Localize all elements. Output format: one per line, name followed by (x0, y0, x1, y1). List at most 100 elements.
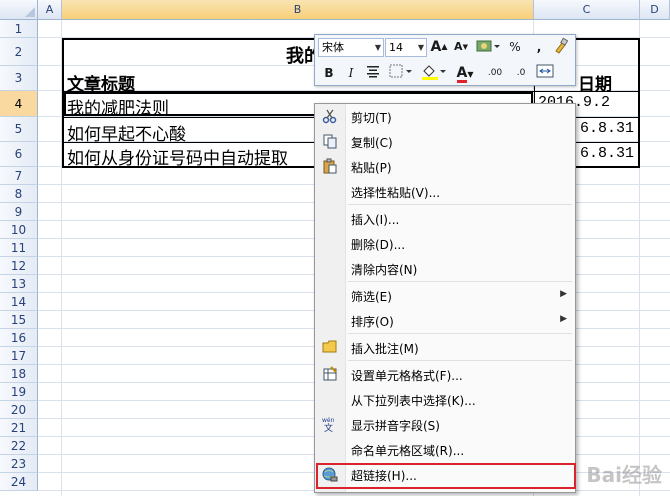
comma-style-button[interactable]: , (529, 37, 549, 57)
phonetic-icon: wén 文 (321, 416, 339, 434)
cell-c5[interactable]: 6.8.31 (580, 120, 634, 137)
row-header-20[interactable]: 20 (0, 401, 38, 419)
cell-b5[interactable]: 如何早起不心酸 (67, 120, 186, 145)
menu-item-label: 排序(O) (351, 315, 394, 329)
menu-item-label: 从下拉列表中选择(K)... (351, 394, 476, 408)
row-header-8[interactable]: 8 (0, 185, 38, 203)
column-header-d[interactable]: D (640, 0, 670, 20)
menu-item-9[interactable]: 排序(O) ▶ (315, 309, 575, 333)
menu-item-4[interactable]: 选择性粘贴(V)... (315, 180, 575, 204)
row-header-24[interactable]: 24 (0, 473, 38, 491)
font-name-combo[interactable]: 宋体 ▼ (318, 38, 384, 57)
font-color-button[interactable]: A▼ (451, 63, 479, 83)
header-article-title: 文章标题 (67, 75, 135, 94)
menu-item-1[interactable]: 剪切(T) (315, 105, 575, 129)
svg-text:文: 文 (324, 422, 333, 432)
format-cells-icon (321, 366, 339, 384)
watermark: Bai经验 (586, 463, 662, 487)
row-header-21[interactable]: 21 (0, 419, 38, 437)
row-header-18[interactable]: 18 (0, 365, 38, 383)
row-header-12[interactable]: 12 (0, 257, 38, 275)
row-header-19[interactable]: 19 (0, 383, 38, 401)
menu-item-label: 删除(D)... (351, 238, 406, 252)
format-painter-button[interactable] (551, 37, 571, 57)
row-header-11[interactable]: 11 (0, 239, 38, 257)
menu-item-13[interactable]: wén 文显示拼音字段(S) (315, 413, 575, 437)
menu-item-3[interactable]: 粘贴(P) (315, 155, 575, 179)
row-header-2[interactable]: 2 (0, 38, 38, 66)
menu-item-12[interactable]: 从下拉列表中选择(K)... (315, 388, 575, 412)
table-border-right (638, 38, 640, 168)
row-header-15[interactable]: 15 (0, 311, 38, 329)
shrink-font-button[interactable]: A▼ (451, 37, 471, 57)
column-header-c[interactable]: C (534, 0, 640, 20)
menu-item-label: 选择性粘贴(V)... (351, 186, 441, 200)
row-header-7[interactable]: 7 (0, 167, 38, 185)
menu-item-7[interactable]: 清除内容(N) (315, 257, 575, 281)
row-header-5[interactable]: 5 (0, 117, 38, 142)
menu-item-label: 剪切(T) (351, 111, 392, 125)
fill-color-icon (422, 65, 446, 80)
column-header-a[interactable]: A (38, 0, 62, 20)
align-center-icon (367, 66, 379, 78)
menu-item-label: 插入批注(M) (351, 342, 419, 356)
menu-item-11[interactable]: 设置单元格格式(F)... (315, 363, 575, 387)
svg-text:wén: wén (322, 417, 335, 424)
row-header-14[interactable]: 14 (0, 293, 38, 311)
row-header-17[interactable]: 17 (0, 347, 38, 365)
submenu-arrow-icon: ▶ (560, 289, 567, 299)
bold-button[interactable]: B (319, 63, 339, 83)
column-header-b[interactable]: B (62, 0, 534, 20)
row-header-4[interactable]: 4 (0, 91, 38, 117)
select-all-corner[interactable] (0, 0, 38, 20)
menu-item-label: 粘贴(P) (351, 161, 392, 175)
scissors-icon (321, 108, 339, 126)
center-align-button[interactable] (363, 63, 383, 83)
cell-c6[interactable]: 6.8.31 (580, 145, 634, 162)
menu-item-label: 命名单元格区域(R)... (351, 444, 465, 458)
borders-button[interactable] (387, 63, 415, 83)
menu-item-label: 插入(I)... (351, 213, 400, 227)
italic-button[interactable]: I (341, 63, 361, 83)
menu-item-8[interactable]: 筛选(E) ▶ (315, 284, 575, 308)
font-size-combo[interactable]: 14 ▼ (385, 38, 427, 57)
menu-item-10[interactable]: 插入批注(M) (315, 336, 575, 360)
menu-separator (348, 333, 572, 334)
menu-item-6[interactable]: 删除(D)... (315, 232, 575, 256)
row-header-23[interactable]: 23 (0, 455, 38, 473)
chevron-down-icon: ▼ (417, 43, 424, 52)
row-header-3[interactable]: 3 (0, 66, 38, 91)
merge-center-button[interactable] (535, 63, 555, 83)
mini-toolbar: 宋体 ▼ 14 ▼ A▲ A▼ % , B I A▼ .00 .0 (314, 34, 576, 86)
copy-icon (321, 133, 339, 151)
hyperlink-highlight-box (316, 463, 576, 489)
accounting-format-icon (476, 40, 500, 52)
row-header-22[interactable]: 22 (0, 437, 38, 455)
cell-b6[interactable]: 如何从身份证号码中自动提取 (67, 144, 317, 169)
font-color-icon: A (456, 65, 468, 83)
row-header-9[interactable]: 9 (0, 203, 38, 221)
percent-style-button[interactable]: % (505, 37, 525, 57)
accounting-format-button[interactable] (473, 37, 501, 57)
comment-icon (321, 339, 339, 357)
cell-b4[interactable]: 我的减肥法则 (67, 94, 169, 119)
menu-item-14[interactable]: 命名单元格区域(R)... (315, 438, 575, 462)
font-name-value: 宋体 (322, 41, 344, 54)
fill-color-button[interactable] (419, 63, 449, 83)
increase-decimal-button[interactable]: .00 (483, 63, 507, 83)
font-size-value: 14 (389, 41, 403, 54)
menu-separator (348, 204, 572, 205)
row-header-1[interactable]: 1 (0, 20, 38, 38)
menu-separator (348, 360, 572, 361)
menu-item-2[interactable]: 复制(C) (315, 130, 575, 154)
row-header-13[interactable]: 13 (0, 275, 38, 293)
merge-cells-icon (536, 64, 554, 78)
header-date: 日期 (578, 75, 612, 94)
decrease-decimal-button[interactable]: .0 (509, 63, 533, 83)
row-header-10[interactable]: 10 (0, 221, 38, 239)
grow-font-button[interactable]: A▲ (429, 37, 449, 57)
row-header-16[interactable]: 16 (0, 329, 38, 347)
row-header-6[interactable]: 6 (0, 142, 38, 167)
format-painter-icon (555, 37, 569, 54)
menu-item-5[interactable]: 插入(I)... (315, 207, 575, 231)
